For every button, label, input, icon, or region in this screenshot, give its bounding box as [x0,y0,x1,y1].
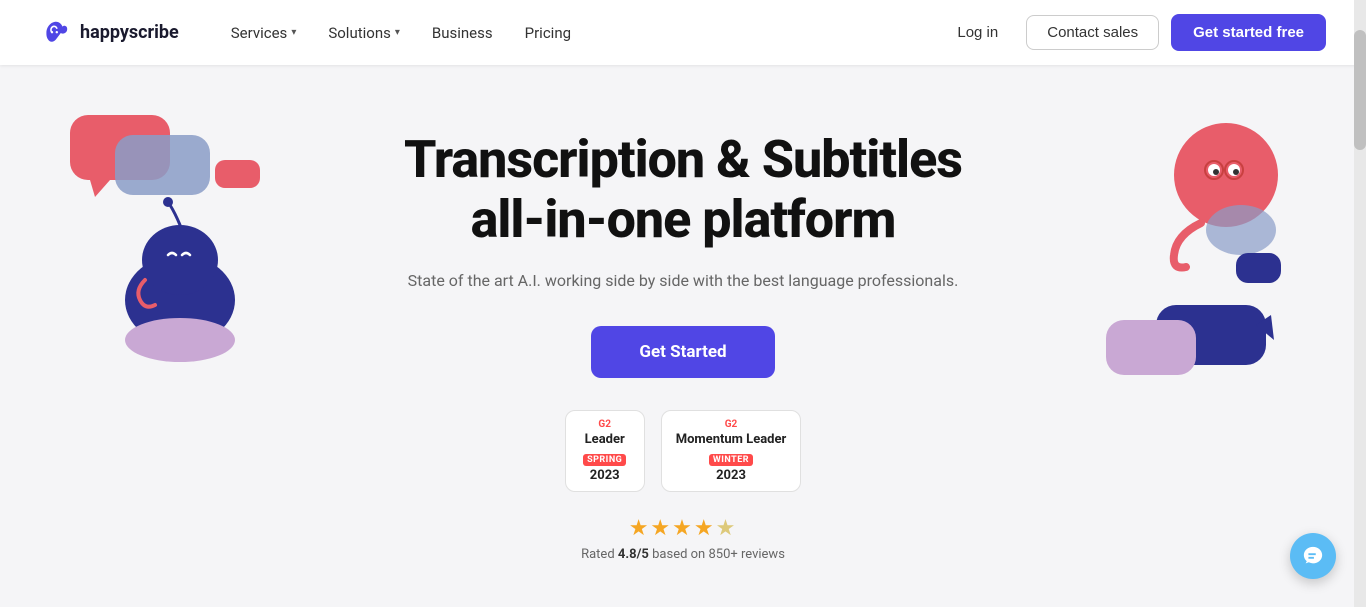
rating-section: ★★★★★ Rated 4.8/5 based on 850+ reviews [404,516,962,562]
badges-container: G2 Leader SPRING 2023 G2 Momentum Leader… [404,410,962,492]
badge-year: 2023 [580,468,630,483]
get-started-nav-button[interactable]: Get started free [1171,14,1326,51]
logo-icon [40,17,72,49]
nav-links: Services ▾ Solutions ▾ Business Pricing [219,16,942,50]
hero-title: Transcription & Subtitles all-in-one pla… [404,130,962,250]
nav-business[interactable]: Business [420,16,505,50]
badge-momentum-title: Momentum Leader [676,432,787,447]
hero-illustration-right [1086,105,1306,385]
badge-leader-title: Leader [580,432,630,447]
contact-sales-button[interactable]: Contact sales [1026,15,1159,50]
chevron-down-icon: ▾ [291,27,296,38]
badge-g2-label-2: G2 [676,419,787,430]
scrollbar-thumb[interactable] [1354,30,1366,150]
chevron-down-icon: ▾ [395,27,400,38]
nav-solutions[interactable]: Solutions ▾ [316,16,412,50]
scrollbar[interactable] [1354,0,1366,607]
nav-right: Log in Contact sales Get started free [941,14,1326,51]
login-button[interactable]: Log in [941,16,1014,49]
star-rating: ★★★★★ [629,516,738,541]
chat-icon [1302,545,1324,567]
logo-link[interactable]: happyscribe [40,17,179,49]
hero-section: Transcription & Subtitles all-in-one pla… [0,65,1366,607]
nav-services[interactable]: Services ▾ [219,16,309,50]
badge-g2-label: G2 [580,419,630,430]
nav-pricing[interactable]: Pricing [513,16,583,50]
navbar: happyscribe Services ▾ Solutions ▾ Busin… [0,0,1366,65]
rating-text: Rated 4.8/5 based on 850+ reviews [581,547,785,562]
logo-text: happyscribe [80,22,179,43]
badge-leader: G2 Leader SPRING 2023 [565,410,645,492]
chat-support-button[interactable] [1290,533,1336,579]
badge-momentum: G2 Momentum Leader WINTER 2023 [661,410,802,492]
hero-subtitle: State of the art A.I. working side by si… [404,268,962,294]
badge-momentum-year: 2023 [676,468,787,483]
hero-content: Transcription & Subtitles all-in-one pla… [404,130,962,561]
hero-illustration-left [60,105,300,385]
get-started-hero-button[interactable]: Get Started [591,326,774,378]
badge-season-label: SPRING [583,454,626,466]
badge-momentum-season: WINTER [709,454,753,466]
